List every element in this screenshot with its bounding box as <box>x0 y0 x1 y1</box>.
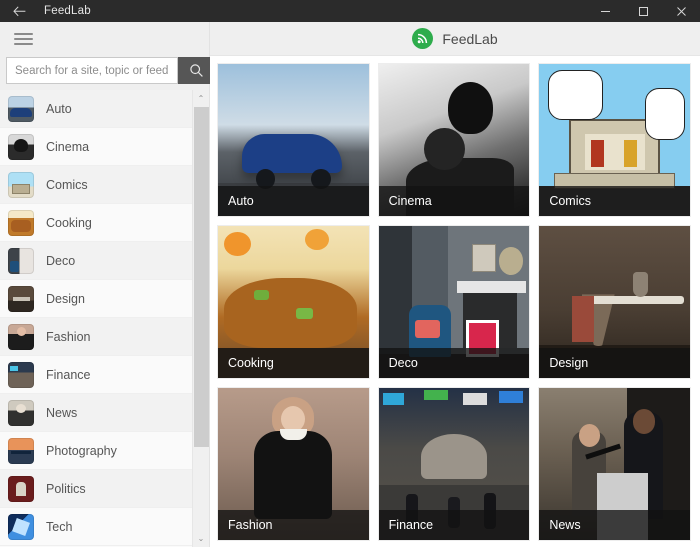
tile-fashion[interactable]: Fashion <box>218 388 369 540</box>
feed-thumbnail <box>8 361 34 388</box>
search-bar <box>0 55 215 90</box>
tile-label: Design <box>549 356 589 370</box>
tile-caption: Finance <box>378 510 530 540</box>
sidebar-item-tech[interactable]: Tech <box>0 508 209 546</box>
tile-auto[interactable]: Auto <box>218 64 369 216</box>
tile-finance[interactable]: Finance <box>378 388 530 540</box>
tile-caption: Cooking <box>218 348 369 378</box>
sidebar-item-label: Design <box>46 291 85 306</box>
tile-grid-area: Auto Cinema Comics Cooking Deco Design Fashion… <box>210 56 700 547</box>
window-title: FeedLab <box>44 5 91 17</box>
tile-cooking[interactable]: Cooking <box>218 226 369 378</box>
tile-label: Auto <box>228 194 254 208</box>
app-header: FeedLab <box>210 22 700 56</box>
sidebar-item-label: Deco <box>46 253 76 268</box>
sidebar-toolbar <box>0 22 209 55</box>
search-icon <box>190 64 203 77</box>
feed-thumbnail <box>8 285 34 312</box>
sidebar-item-label: News <box>46 405 78 420</box>
tile-caption: Deco <box>378 348 530 378</box>
rss-feed-logo-icon <box>412 28 434 49</box>
tile-design[interactable]: Design <box>539 226 690 378</box>
tile-caption: Comics <box>539 186 690 216</box>
feed-thumbnail <box>8 171 34 198</box>
app-window: FeedLab Search for a site, topic or feed… <box>0 0 700 547</box>
tile-label: Deco <box>388 356 418 370</box>
sidebar-item-label: Politics <box>46 481 86 496</box>
tile-caption: Fashion <box>218 510 369 540</box>
app-name: FeedLab <box>442 30 498 47</box>
tile-label: Cooking <box>228 356 274 370</box>
feed-thumbnail <box>8 323 34 350</box>
sidebar-item-cooking[interactable]: Cooking <box>0 204 209 242</box>
feed-thumbnail <box>8 133 34 160</box>
tile-caption: Auto <box>218 186 369 216</box>
sidebar: Auto Cinema Comics Cooking Deco Design Fashion… <box>0 22 215 547</box>
tile-label: Comics <box>549 194 591 208</box>
tile-caption: News <box>539 510 690 540</box>
sidebar-item-cinema[interactable]: Cinema <box>0 128 209 166</box>
window-controls <box>586 0 700 22</box>
sidebar-item-label: Cooking <box>46 215 92 230</box>
sidebar-item-design[interactable]: Design <box>0 280 209 318</box>
sidebar-item-politics[interactable]: Politics <box>0 470 209 508</box>
feed-thumbnail <box>8 399 34 426</box>
feed-thumbnail <box>8 437 34 464</box>
sidebar-item-label: Photography <box>46 443 117 458</box>
app-body: Auto Cinema Comics Cooking Deco Design Fashion… <box>0 22 700 547</box>
feed-list: Auto Cinema Comics Cooking Deco Design Fashion… <box>0 90 209 546</box>
sidebar-item-label: Finance <box>46 367 91 382</box>
tile-comics[interactable]: Comics <box>539 64 690 216</box>
search-input[interactable] <box>6 57 178 84</box>
feed-thumbnail <box>8 209 34 236</box>
sidebar-item-news[interactable]: News <box>0 394 209 432</box>
scroll-up-icon[interactable]: ⌃ <box>193 90 210 107</box>
close-icon[interactable] <box>662 0 700 22</box>
tile-deco[interactable]: Deco <box>378 226 530 378</box>
sidebar-item-label: Fashion <box>46 329 91 344</box>
title-bar: FeedLab <box>0 0 700 22</box>
tile-label: Cinema <box>388 194 432 208</box>
scrollbar-rail[interactable] <box>193 107 210 530</box>
hamburger-menu-icon[interactable] <box>0 32 46 45</box>
feed-thumbnail <box>8 247 34 274</box>
tile-news[interactable]: News <box>539 388 690 540</box>
tile-label: News <box>549 518 581 532</box>
minimize-icon[interactable] <box>586 0 624 22</box>
tile-caption: Cinema <box>378 186 530 216</box>
sidebar-item-photography[interactable]: Photography <box>0 432 209 470</box>
feed-thumbnail <box>8 513 34 540</box>
sidebar-item-label: Comics <box>46 177 88 192</box>
sidebar-item-comics[interactable]: Comics <box>0 166 209 204</box>
sidebar-item-fashion[interactable]: Fashion <box>0 318 209 356</box>
sidebar-item-deco[interactable]: Deco <box>0 242 209 280</box>
tile-cinema[interactable]: Cinema <box>378 64 530 216</box>
tile-caption: Design <box>539 348 690 378</box>
feed-thumbnail <box>8 95 34 122</box>
scrollbar-thumb[interactable] <box>193 107 209 447</box>
tile-label: Fashion <box>228 518 273 532</box>
sidebar-item-finance[interactable]: Finance <box>0 356 209 394</box>
sidebar-item-label: Cinema <box>46 139 90 154</box>
sidebar-item-auto[interactable]: Auto <box>0 90 209 128</box>
sidebar-item-label: Auto <box>46 101 72 116</box>
sidebar-scrollbar[interactable]: ⌃ ⌄ <box>192 90 209 547</box>
main-content: FeedLab Auto Cinema Comics Cooking Deco Desig… <box>210 22 700 547</box>
scroll-down-icon[interactable]: ⌄ <box>193 530 210 547</box>
tile-grid: Auto Cinema Comics Cooking Deco Design Fashion… <box>218 64 690 540</box>
feed-thumbnail <box>8 475 34 502</box>
maximize-icon[interactable] <box>624 0 662 22</box>
feed-list-scroll-area: Auto Cinema Comics Cooking Deco Design Fashion… <box>0 90 209 547</box>
back-arrow-icon[interactable] <box>0 0 38 22</box>
sidebar-item-label: Tech <box>46 519 73 534</box>
tile-label: Finance <box>388 518 434 532</box>
